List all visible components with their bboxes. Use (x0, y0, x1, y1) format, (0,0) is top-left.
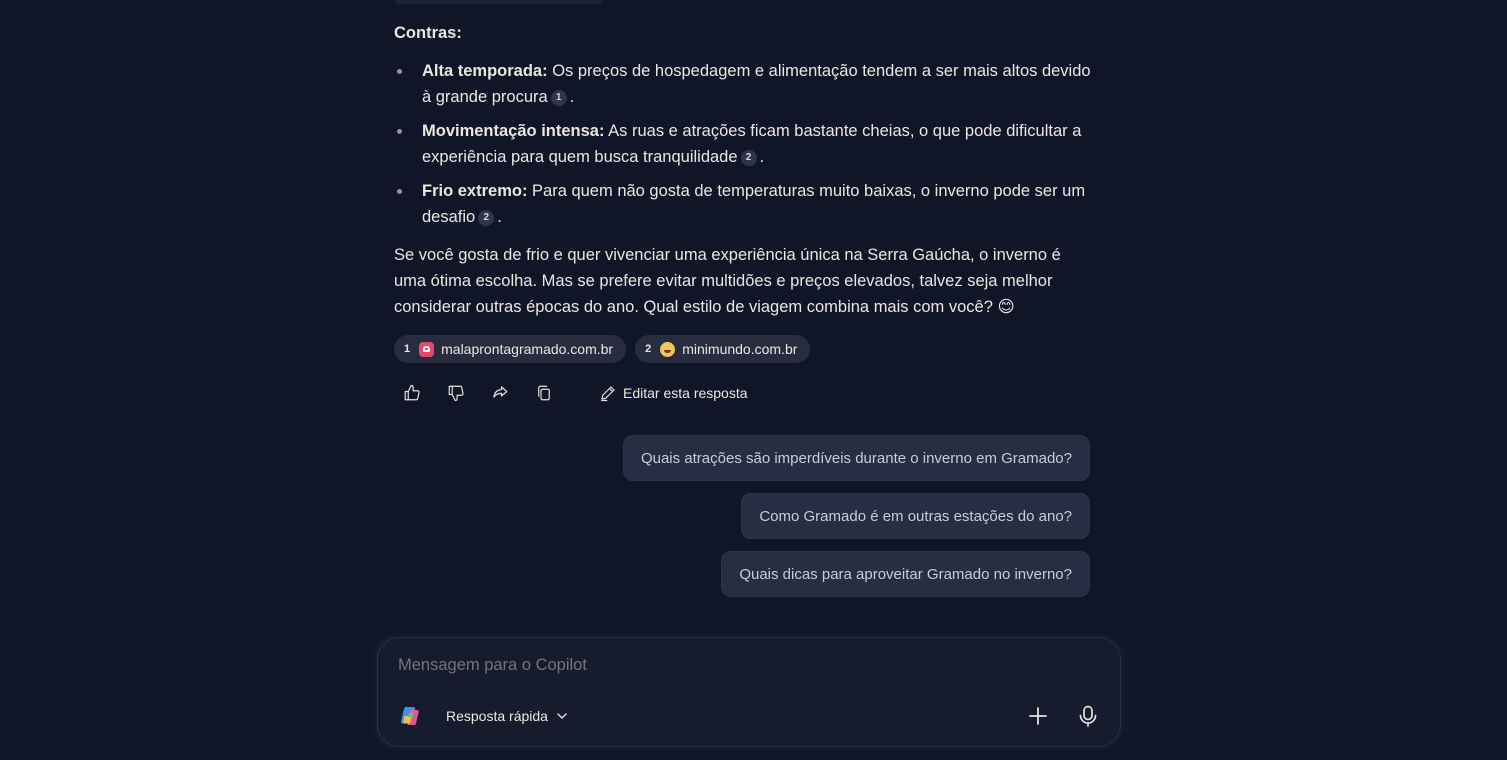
composer-tools (1026, 704, 1100, 728)
bullet-end: . (569, 88, 575, 106)
site-favicon-icon (419, 341, 435, 357)
site-favicon-icon (660, 341, 676, 357)
microphone-icon (1079, 705, 1097, 727)
copilot-logo-icon (401, 707, 419, 725)
assistant-message: Contras: Alta temporada: Os preços de ho… (394, 20, 1094, 320)
microphone-button[interactable] (1076, 704, 1100, 728)
truncated-previous-line (394, 0, 604, 4)
summary-paragraph: Se você gosta de frio e quer vivenciar u… (394, 246, 1061, 316)
copy-icon[interactable] (531, 380, 557, 406)
message-composer: Resposta rápida (377, 637, 1121, 747)
source-number: 2 (645, 343, 652, 355)
list-item: Alta temporada: Os preços de hospedagem … (394, 58, 1094, 110)
source-domain: malaprontagramado.com.br (441, 341, 614, 357)
plus-icon (1029, 707, 1047, 725)
mode-bar: Resposta rápida (398, 704, 568, 728)
bullet-term: Movimentação intensa: (422, 122, 605, 140)
bullet-end: . (759, 148, 765, 166)
contras-heading: Contras: (394, 24, 462, 42)
thumbs-down-icon[interactable] (443, 380, 469, 406)
citation-badge[interactable]: 2 (478, 210, 495, 226)
contras-list: Alta temporada: Os preços de hospedagem … (394, 58, 1094, 230)
source-link-2[interactable]: 2 minimundo.com.br (635, 335, 811, 363)
response-mode-label: Resposta rápida (446, 708, 548, 724)
bullet-term: Frio extremo: (422, 182, 528, 200)
chevron-down-icon (557, 713, 567, 719)
list-item: Frio extremo: Para quem não gosta de tem… (394, 178, 1094, 230)
response-mode-dropdown[interactable]: Resposta rápida (446, 708, 568, 724)
citation-badge[interactable]: 1 (550, 90, 567, 106)
suggestion-button[interactable]: Quais atrações são imperdíveis durante o… (622, 435, 1090, 481)
edit-response-button[interactable]: Editar esta resposta (599, 384, 748, 402)
suggestion-button[interactable]: Quais dicas para aproveitar Gramado no i… (721, 551, 1090, 597)
thumbs-up-icon[interactable] (399, 380, 425, 406)
source-number: 1 (404, 343, 411, 355)
suggested-prompts: Quais atrações são imperdíveis durante o… (622, 435, 1090, 597)
bullet-term: Alta temporada: (422, 62, 548, 80)
suggestion-button[interactable]: Como Gramado é em outras estações do ano… (741, 493, 1090, 539)
edit-response-label: Editar esta resposta (623, 385, 748, 401)
add-attachment-button[interactable] (1026, 704, 1050, 728)
response-actions: Editar esta resposta (399, 380, 748, 406)
pencil-icon (601, 386, 615, 402)
citation-badge[interactable]: 2 (740, 150, 757, 166)
source-link-1[interactable]: 1 malaprontagramado.com.br (394, 335, 627, 363)
source-domain: minimundo.com.br (682, 341, 798, 357)
share-icon[interactable] (487, 380, 513, 406)
sources-row: 1 malaprontagramado.com.br 2 minimundo.c… (394, 335, 811, 363)
message-input[interactable] (398, 656, 1078, 675)
bullet-end: . (497, 208, 502, 226)
list-item: Movimentação intensa: As ruas e atrações… (394, 118, 1094, 170)
